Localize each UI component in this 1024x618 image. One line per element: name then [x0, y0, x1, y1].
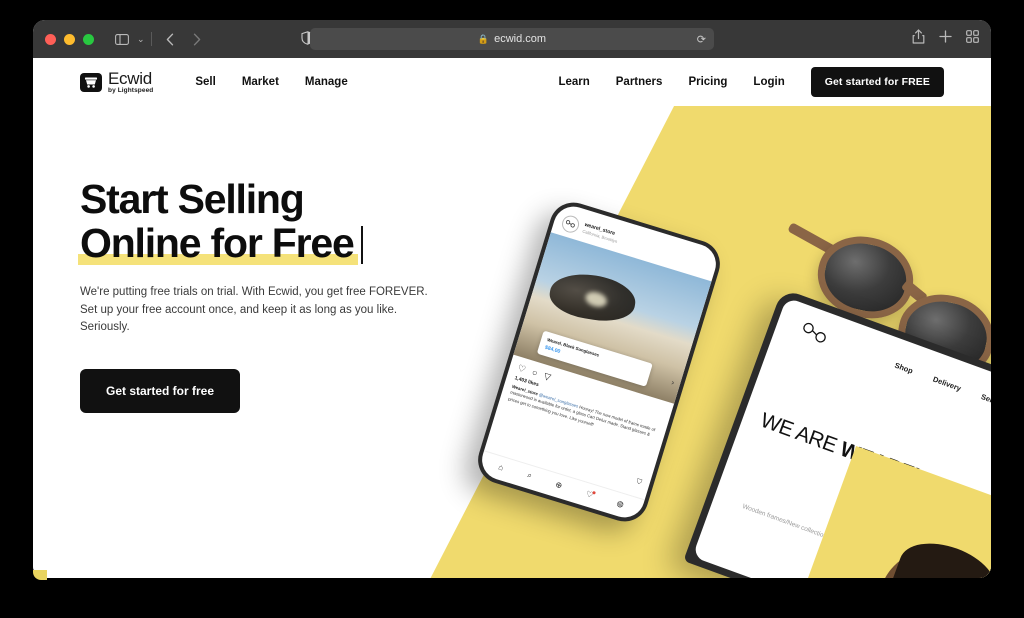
ecwid-logo[interactable]: Ecwid by Lightspeed	[80, 70, 153, 95]
nav-item-sell[interactable]: Sell	[195, 76, 215, 88]
search-icon[interactable]: ⌕	[526, 470, 533, 481]
tab-overview-icon[interactable]	[966, 30, 979, 48]
url-text: ecwid.com	[494, 33, 547, 45]
nav-item-pricing[interactable]: Pricing	[688, 76, 727, 88]
minimize-window-button[interactable]	[64, 33, 75, 45]
traffic-lights	[45, 33, 94, 45]
tablet-subtext: Wooden frames/New collection	[741, 502, 828, 541]
nav-item-manage[interactable]: Manage	[305, 76, 348, 88]
nav-item-market[interactable]: Market	[242, 76, 279, 88]
bookmark-icon[interactable]: ⛉	[635, 478, 642, 487]
profile-icon[interactable]: ◍	[616, 498, 625, 509]
nav-item-login[interactable]: Login	[753, 76, 784, 88]
browser-window: ⌄ 🔒 ecwid.com ⟳ Ecwid by Lightspeed Sell…	[33, 20, 991, 578]
activity-icon[interactable]: ♡	[585, 489, 594, 500]
glasses-logo-icon	[796, 321, 832, 352]
comment-icon[interactable]: ○	[531, 367, 539, 379]
hero-section: Start Selling Online for Free We're putt…	[33, 106, 453, 414]
header-get-started-button[interactable]: Get started for FREE	[810, 67, 944, 97]
chevron-right-icon[interactable]: ›	[670, 378, 675, 387]
tablet-nav-service[interactable]: Service	[980, 392, 991, 410]
tablet-nav-shop[interactable]: Shop	[893, 361, 914, 376]
sidebar-icon[interactable]	[110, 28, 134, 50]
add-icon[interactable]: ⊕	[554, 479, 563, 490]
nav-item-learn[interactable]: Learn	[558, 76, 589, 88]
headline-line-1: Start Selling	[80, 176, 305, 222]
home-icon[interactable]: ⌂	[497, 462, 504, 472]
browser-right-tools	[912, 29, 979, 49]
site-header: Ecwid by Lightspeed Sell Market Manage L…	[33, 58, 991, 106]
hero-get-started-button[interactable]: Get started for free	[80, 369, 241, 414]
brand-name: Ecwid	[108, 68, 152, 88]
headline-line-2-wrapper: Online for Free	[78, 219, 358, 266]
shopping-cart-icon	[80, 72, 102, 92]
yellow-edge-accent	[33, 570, 47, 580]
nav-item-partners[interactable]: Partners	[616, 76, 663, 88]
webpage-viewport: Ecwid by Lightspeed Sell Market Manage L…	[33, 58, 991, 578]
new-tab-button[interactable]	[939, 30, 952, 48]
brand-tagline: by Lightspeed	[108, 86, 154, 94]
close-window-button[interactable]	[45, 33, 56, 45]
page-title: Start Selling Online for Free	[78, 176, 453, 266]
address-bar[interactable]: 🔒 ecwid.com ⟳	[310, 28, 714, 50]
forward-button[interactable]	[185, 28, 209, 50]
text-caret	[360, 225, 363, 264]
tablet-headline-prefix: WE ARE	[757, 408, 845, 460]
secondary-nav: Learn Partners Pricing Login Get started…	[558, 67, 944, 97]
toolbar-divider	[150, 32, 152, 46]
sidebar-chevron-down-icon[interactable]: ⌄	[137, 34, 145, 45]
reload-button[interactable]: ⟳	[697, 33, 706, 46]
maximize-window-button[interactable]	[83, 33, 94, 45]
browser-titlebar: ⌄ 🔒 ecwid.com ⟳	[33, 20, 991, 58]
heart-icon[interactable]: ♡	[516, 363, 527, 376]
tablet-store-nav: Shop Delivery Service About us	[893, 361, 991, 429]
lock-icon: 🔒	[477, 33, 490, 44]
tablet-nav-delivery[interactable]: Delivery	[932, 375, 963, 393]
avatar	[559, 213, 582, 235]
browser-nav-group: ⌄	[110, 28, 209, 50]
back-button[interactable]	[158, 28, 182, 50]
hero-subtitle: We're putting free trials on trial. With…	[80, 285, 428, 334]
headline-line-2: Online for Free	[80, 219, 355, 266]
share-icon[interactable]	[912, 29, 925, 49]
send-icon[interactable]: ▽	[542, 371, 553, 384]
primary-nav: Sell Market Manage	[195, 76, 347, 88]
